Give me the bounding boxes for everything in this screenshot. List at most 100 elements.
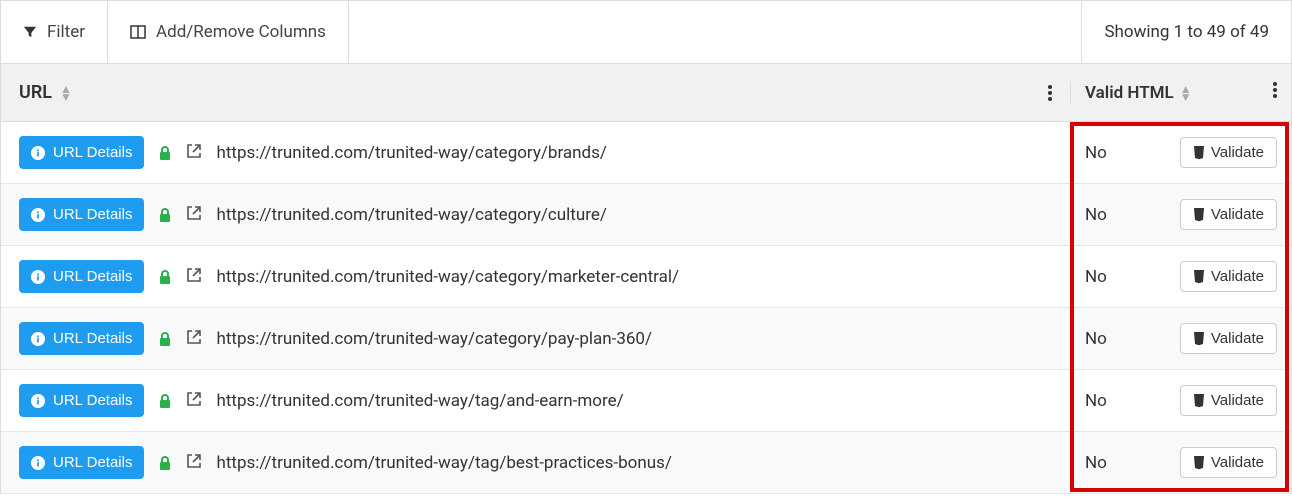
validate-button[interactable]: Validate: [1180, 199, 1277, 230]
column-menu-url[interactable]: [1030, 85, 1070, 101]
open-url-link[interactable]: [186, 205, 202, 225]
valid-value: No: [1085, 453, 1107, 473]
url-text: https://trunited.com/trunited-way/catego…: [216, 267, 679, 287]
url-text: https://trunited.com/trunited-way/catego…: [216, 205, 606, 225]
html5-icon: [1193, 270, 1205, 284]
column-menu-valid[interactable]: [1273, 82, 1277, 103]
url-details-label: URL Details: [53, 144, 132, 161]
lock-icon: [158, 145, 172, 161]
toolbar-spacer: [349, 1, 1081, 63]
url-details-button[interactable]: URL Details: [19, 446, 144, 479]
open-url-link[interactable]: [186, 453, 202, 473]
sort-icon[interactable]: ▲▼: [1180, 85, 1192, 101]
table-row: URL Details https://trunited.com/trunite…: [1, 122, 1291, 184]
lock-icon: [158, 269, 172, 285]
url-details-label: URL Details: [53, 330, 132, 347]
table-row: URL Details https://trunited.com/trunite…: [1, 370, 1291, 432]
cell-valid-html: No Validate: [1070, 199, 1291, 230]
showing-text: Showing 1 to 49 of 49: [1104, 22, 1269, 42]
external-link-icon: [186, 391, 202, 407]
cell-valid-html: No Validate: [1070, 137, 1291, 168]
url-text: https://trunited.com/trunited-way/catego…: [216, 329, 652, 349]
valid-value: No: [1085, 391, 1107, 411]
table-row: URL Details https://trunited.com/trunite…: [1, 246, 1291, 308]
valid-value: No: [1085, 143, 1107, 163]
lock-icon: [158, 393, 172, 409]
url-header-label: URL: [19, 82, 52, 103]
cell-url: URL Details https://trunited.com/trunite…: [1, 384, 1070, 417]
validate-button[interactable]: Validate: [1180, 261, 1277, 292]
info-icon: [31, 332, 45, 346]
url-details-button[interactable]: URL Details: [19, 322, 144, 355]
column-header-url[interactable]: URL ▲▼: [1, 82, 1030, 103]
lock-icon: [158, 331, 172, 347]
filter-button[interactable]: Filter: [1, 1, 108, 63]
info-icon: [31, 394, 45, 408]
validate-button[interactable]: Validate: [1180, 385, 1277, 416]
valid-value: No: [1085, 205, 1107, 225]
filter-icon: [23, 25, 37, 39]
info-icon: [31, 456, 45, 470]
lock-icon: [158, 455, 172, 471]
html5-icon: [1193, 394, 1205, 408]
validate-button[interactable]: Validate: [1180, 137, 1277, 168]
url-details-label: URL Details: [53, 268, 132, 285]
cell-url: URL Details https://trunited.com/trunite…: [1, 198, 1070, 231]
validate-label: Validate: [1211, 144, 1264, 161]
open-url-link[interactable]: [186, 329, 202, 349]
external-link-icon: [186, 453, 202, 469]
external-link-icon: [186, 329, 202, 345]
external-link-icon: [186, 267, 202, 283]
url-text: https://trunited.com/trunited-way/catego…: [216, 143, 606, 163]
valid-value: No: [1085, 267, 1107, 287]
filter-label: Filter: [47, 22, 85, 42]
open-url-link[interactable]: [186, 267, 202, 287]
url-details-label: URL Details: [53, 206, 132, 223]
cell-url: URL Details https://trunited.com/trunite…: [1, 260, 1070, 293]
url-details-button[interactable]: URL Details: [19, 136, 144, 169]
external-link-icon: [186, 205, 202, 221]
validate-label: Validate: [1211, 206, 1264, 223]
html5-icon: [1193, 332, 1205, 346]
url-text: https://trunited.com/trunited-way/tag/an…: [216, 391, 623, 411]
html5-icon: [1193, 208, 1205, 222]
validate-button[interactable]: Validate: [1180, 447, 1277, 478]
toolbar: Filter Add/Remove Columns Showing 1 to 4…: [0, 0, 1292, 64]
url-details-label: URL Details: [53, 454, 132, 471]
results-table: URL ▲▼ Valid HTML ▲▼: [0, 64, 1292, 494]
validate-label: Validate: [1211, 268, 1264, 285]
valid-value: No: [1085, 329, 1107, 349]
columns-icon: [130, 25, 146, 39]
open-url-link[interactable]: [186, 391, 202, 411]
url-text: https://trunited.com/trunited-way/tag/be…: [216, 453, 671, 473]
open-url-link[interactable]: [186, 143, 202, 163]
table-body: URL Details https://trunited.com/trunite…: [1, 122, 1291, 494]
info-icon: [31, 270, 45, 284]
validate-label: Validate: [1211, 454, 1264, 471]
sort-icon[interactable]: ▲▼: [60, 85, 72, 101]
validate-label: Validate: [1211, 330, 1264, 347]
url-details-button[interactable]: URL Details: [19, 384, 144, 417]
table-row: URL Details https://trunited.com/trunite…: [1, 432, 1291, 494]
validate-button[interactable]: Validate: [1180, 323, 1277, 354]
info-icon: [31, 208, 45, 222]
url-details-label: URL Details: [53, 392, 132, 409]
external-link-icon: [186, 143, 202, 159]
column-header-valid-html[interactable]: Valid HTML ▲▼: [1070, 82, 1291, 103]
cell-url: URL Details https://trunited.com/trunite…: [1, 446, 1070, 479]
info-icon: [31, 146, 45, 160]
showing-count: Showing 1 to 49 of 49: [1081, 1, 1291, 63]
table-row: URL Details https://trunited.com/trunite…: [1, 308, 1291, 370]
table-header: URL ▲▼ Valid HTML ▲▼: [1, 64, 1291, 122]
cell-url: URL Details https://trunited.com/trunite…: [1, 322, 1070, 355]
cell-valid-html: No Validate: [1070, 323, 1291, 354]
cell-valid-html: No Validate: [1070, 447, 1291, 478]
columns-button[interactable]: Add/Remove Columns: [108, 1, 349, 63]
html5-icon: [1193, 146, 1205, 160]
table-row: URL Details https://trunited.com/trunite…: [1, 184, 1291, 246]
cell-url: URL Details https://trunited.com/trunite…: [1, 136, 1070, 169]
url-details-button[interactable]: URL Details: [19, 198, 144, 231]
lock-icon: [158, 207, 172, 223]
cell-valid-html: No Validate: [1070, 385, 1291, 416]
url-details-button[interactable]: URL Details: [19, 260, 144, 293]
